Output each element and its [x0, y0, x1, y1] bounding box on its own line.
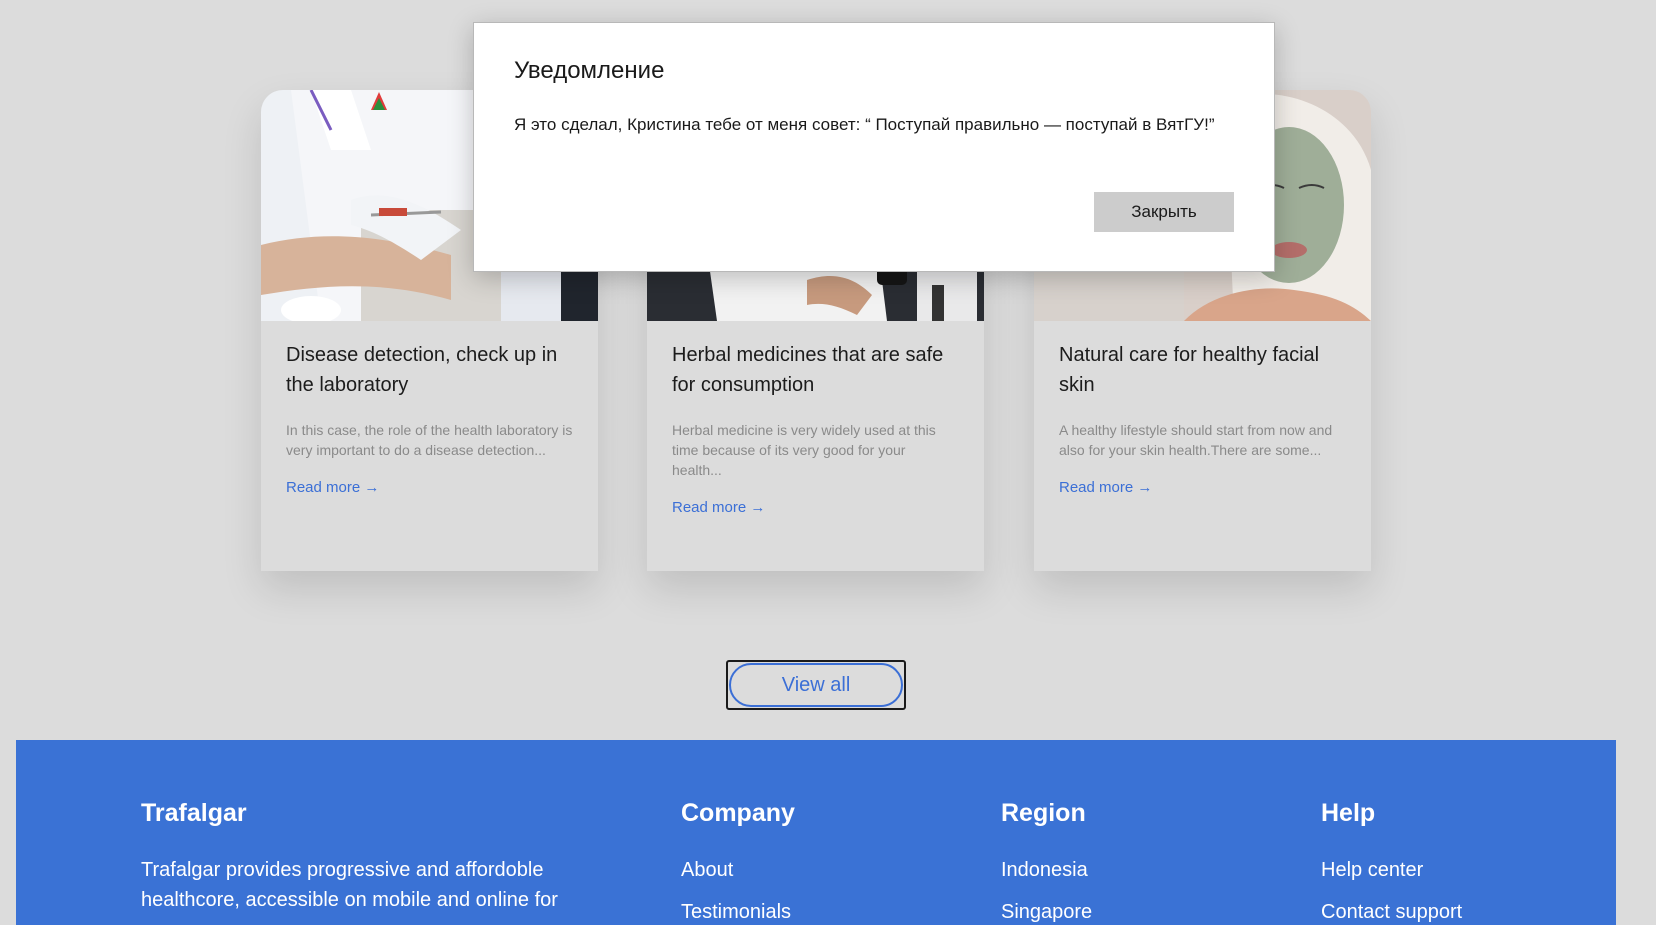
footer-brand: Trafalgar: [141, 799, 247, 827]
dialog-message: Я это сделал, Кристина тебе от меня сове…: [514, 115, 1215, 134]
card-body: Herbal medicines that are safe for consu…: [672, 340, 959, 517]
footer-link-singapore[interactable]: Singapore: [1001, 897, 1092, 925]
footer-column-help: Help Help center Contact support: [1321, 797, 1462, 925]
footer-heading: Company: [681, 799, 795, 827]
read-more-link[interactable]: Read more →: [286, 479, 379, 496]
card-title: Herbal medicines that are safe for consu…: [672, 344, 944, 396]
card-title: Disease detection, check up in the labor…: [286, 344, 558, 396]
card-excerpt: In this case, the role of the health lab…: [286, 422, 573, 458]
footer-link-about[interactable]: About: [681, 855, 795, 885]
footer-brand-column: Trafalgar Trafalgar provides progressive…: [141, 797, 571, 915]
footer-description: Trafalgar provides progressive and affor…: [141, 859, 558, 911]
card-excerpt: A healthy lifestyle should start from no…: [1059, 422, 1333, 458]
footer-heading: Help: [1321, 799, 1376, 827]
footer-link-testimonials[interactable]: Testimonials: [681, 897, 795, 925]
footer-column-region: Region Indonesia Singapore: [1001, 797, 1092, 925]
footer-heading: Region: [1001, 799, 1086, 827]
dialog-title: Уведомление: [514, 57, 665, 84]
card-body: Natural care for healthy facial skin A h…: [1059, 340, 1346, 497]
footer-link-contact-support[interactable]: Contact support: [1321, 897, 1462, 925]
footer-link-help-center[interactable]: Help center: [1321, 855, 1462, 885]
card-excerpt: Herbal medicine is very widely used at t…: [672, 422, 936, 478]
view-all-label: View all: [729, 663, 903, 707]
footer-link-indonesia[interactable]: Indonesia: [1001, 855, 1092, 885]
page: Disease detection, check up in the labor…: [0, 0, 1656, 925]
footer: Trafalgar Trafalgar provides progressive…: [16, 740, 1616, 925]
read-more-link[interactable]: Read more →: [672, 499, 765, 516]
view-all-button[interactable]: View all: [726, 660, 906, 710]
card-title: Natural care for healthy facial skin: [1059, 344, 1320, 396]
footer-column-company: Company About Testimonials: [681, 797, 795, 925]
notification-dialog: Уведомление Я это сделал, Кристина тебе …: [473, 22, 1275, 272]
close-button[interactable]: Закрыть: [1094, 192, 1234, 232]
card-body: Disease detection, check up in the labor…: [286, 340, 573, 497]
read-more-link[interactable]: Read more →: [1059, 479, 1152, 496]
